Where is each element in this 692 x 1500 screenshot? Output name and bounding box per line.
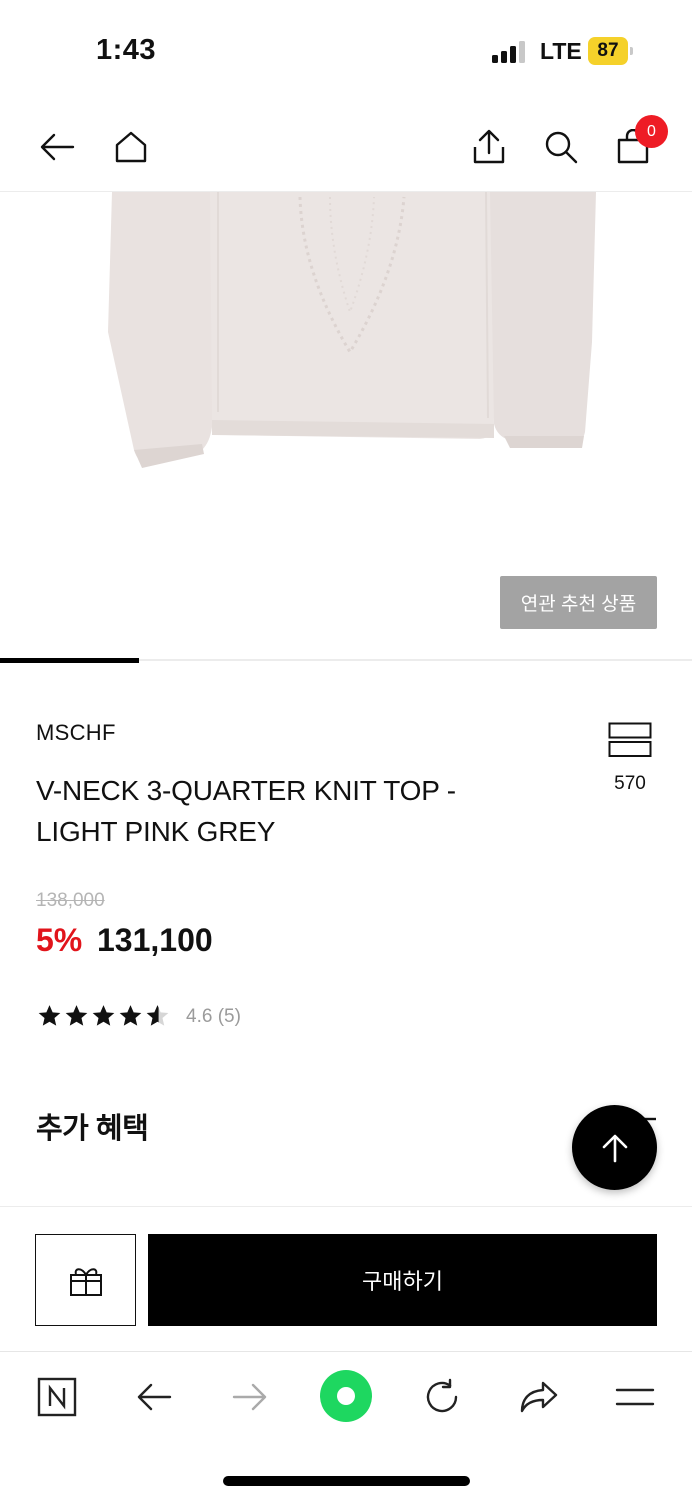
menu-button[interactable] xyxy=(612,1374,658,1420)
home-icon xyxy=(115,131,147,163)
original-price: 138,000 xyxy=(36,890,105,911)
browser-forward-icon xyxy=(232,1383,267,1411)
green-dot-button[interactable] xyxy=(320,1370,372,1422)
discount-rate: 5% xyxy=(36,922,83,958)
search-icon xyxy=(545,131,578,164)
back-icon xyxy=(40,133,75,161)
image-progress-indicator xyxy=(0,658,139,663)
product-title: V-NECK 3-QUARTER KNIT TOP - LIGHT PINK G… xyxy=(36,775,456,847)
search-button[interactable] xyxy=(538,124,584,170)
battery-tip xyxy=(630,47,633,55)
rating-stars[interactable] xyxy=(36,1003,171,1029)
star-icon xyxy=(119,1005,142,1026)
half-star-icon xyxy=(146,1005,169,1026)
network-label: LTE xyxy=(540,38,582,64)
share-icon xyxy=(473,129,505,164)
related-products-button[interactable]: 연관 추천 상품 xyxy=(500,576,657,629)
green-dot-icon xyxy=(320,1370,372,1422)
signal-icon xyxy=(492,41,525,63)
benefit-title[interactable]: 추가 혜택 xyxy=(36,1105,149,1147)
buy-button[interactable]: 구매하기 xyxy=(148,1234,657,1326)
arrow-up-icon xyxy=(602,1134,627,1162)
back-button[interactable] xyxy=(34,124,80,170)
rating-text[interactable]: 4.6 (5) xyxy=(186,1006,241,1028)
like-icon xyxy=(608,722,652,757)
battery-icon: 87 xyxy=(588,37,633,65)
home-button[interactable] xyxy=(108,124,154,170)
share-button[interactable] xyxy=(466,124,512,170)
like-count: 570 xyxy=(614,773,646,794)
star-icon xyxy=(65,1005,88,1026)
star-icon xyxy=(92,1005,115,1026)
browser-forward-button[interactable] xyxy=(227,1374,273,1420)
cart-count-badge: 0 xyxy=(635,115,668,148)
like-button[interactable] xyxy=(600,722,660,763)
reload-button[interactable] xyxy=(419,1374,465,1420)
star-icon xyxy=(38,1005,61,1026)
status-time: 1:43 xyxy=(96,34,157,66)
reload-icon xyxy=(426,1378,458,1413)
browser-back-button[interactable] xyxy=(131,1374,177,1420)
menu-icon xyxy=(615,1388,655,1406)
forward-share-button[interactable] xyxy=(516,1374,562,1420)
home-indicator xyxy=(223,1476,470,1486)
scroll-to-top-button[interactable] xyxy=(572,1105,657,1190)
gift-icon xyxy=(69,1268,102,1296)
browser-back-icon xyxy=(137,1383,172,1411)
sale-price: 131,100 xyxy=(97,922,213,958)
naver-home-button[interactable] xyxy=(34,1374,80,1420)
gift-button[interactable] xyxy=(35,1234,136,1326)
status-bar: 1:43 LTE 87 xyxy=(0,0,692,100)
naver-n-icon xyxy=(37,1377,77,1417)
forward-share-icon xyxy=(520,1381,558,1413)
battery-level: 87 xyxy=(588,37,628,65)
top-nav xyxy=(0,100,692,192)
brand-name[interactable]: MSCHF xyxy=(36,720,116,746)
